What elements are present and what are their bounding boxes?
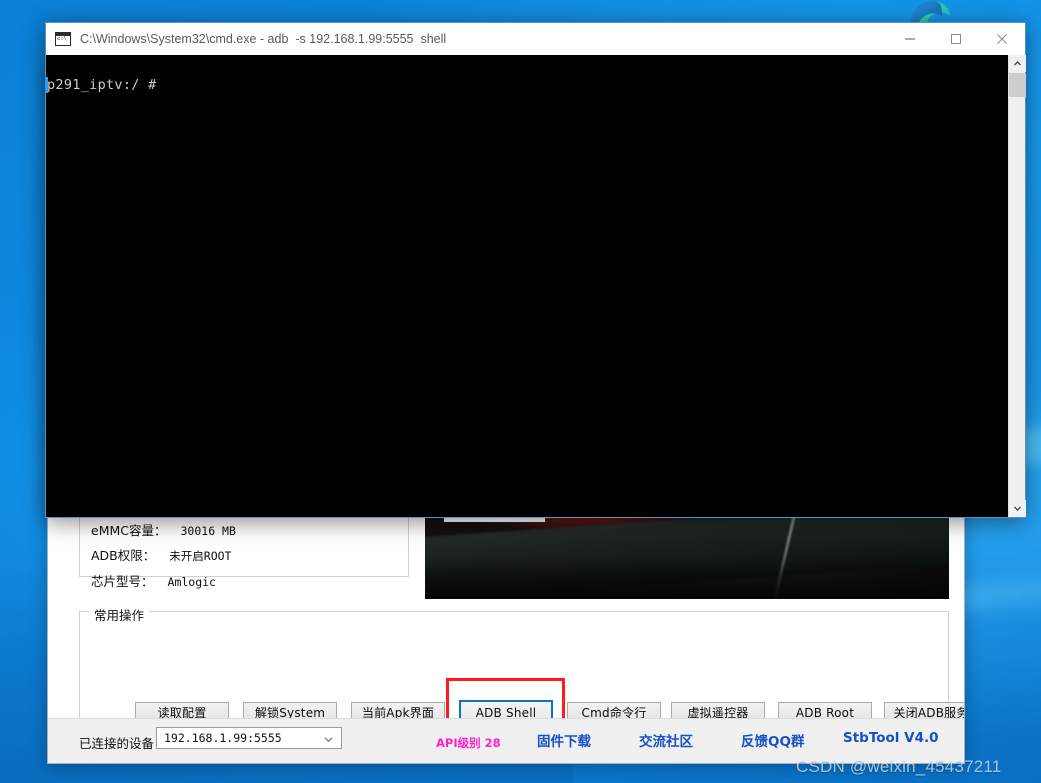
emmc-value: 30016 MB (180, 524, 236, 538)
minimize-button[interactable] (887, 23, 933, 55)
chipset-value: Amlogic (167, 575, 216, 589)
adb-permission-value: 未开启ROOT (169, 549, 232, 563)
emmc-label: eMMC容量： (91, 523, 167, 538)
device-info-row-adb-permission: ADB权限： 未开启ROOT (91, 545, 231, 564)
minimize-icon (905, 38, 915, 40)
cmd-console-window: C:\Windows\System32\cmd.exe - adb -s 192… (45, 22, 1026, 518)
chevron-down-icon (324, 737, 333, 743)
api-level-badge: API级别 28 (436, 736, 501, 750)
desktop-background: eMMC容量： 30016 MB ADB权限： 未开启ROOT 芯片型号： Amlog… (0, 0, 1041, 783)
scroll-up-button[interactable] (1009, 55, 1026, 72)
device-info-row-emmc: eMMC容量： 30016 MB (91, 520, 236, 539)
scroll-down-button[interactable] (1009, 500, 1026, 517)
cmd-prompt-text: p291_iptv:/ # (47, 77, 157, 93)
chevron-up-icon (1014, 61, 1021, 66)
common-operations-legend: 常用操作 (89, 605, 150, 624)
close-button[interactable] (979, 23, 1025, 55)
csdn-watermark: CSDN @weixin_45437211 (796, 757, 1002, 776)
adb-permission-label: ADB权限： (91, 548, 156, 563)
cmd-window-title: C:\Windows\System32\cmd.exe - adb -s 192… (80, 32, 447, 46)
maximize-icon (951, 34, 961, 44)
close-icon (997, 34, 1007, 44)
maximize-button[interactable] (933, 23, 979, 55)
chevron-down-icon (1014, 506, 1021, 511)
device-select[interactable]: 192.168.1.99:5555 (156, 727, 342, 749)
preview-vignette (425, 559, 949, 599)
scrollbar-thumb[interactable] (1009, 73, 1026, 97)
cmd-console-output[interactable]: p291_iptv:/ # (46, 55, 1008, 517)
link-firmware-download[interactable]: 固件下载 (537, 730, 591, 750)
device-select-value: 192.168.1.99:5555 (164, 731, 282, 745)
chipset-label: 芯片型号： (91, 574, 154, 589)
connected-device-label: 已连接的设备： (79, 736, 167, 751)
link-community[interactable]: 交流社区 (639, 730, 693, 750)
device-info-row-chipset: 芯片型号： Amlogic (91, 571, 216, 590)
cmd-title-bar[interactable]: C:\Windows\System32\cmd.exe - adb -s 192… (46, 23, 1025, 55)
cmd-console-icon (55, 32, 71, 46)
cmd-scrollbar[interactable] (1008, 55, 1026, 517)
app-version-label: StbTool V4.0 (843, 730, 939, 746)
link-feedback-qq-group[interactable]: 反馈QQ群 (741, 730, 804, 750)
